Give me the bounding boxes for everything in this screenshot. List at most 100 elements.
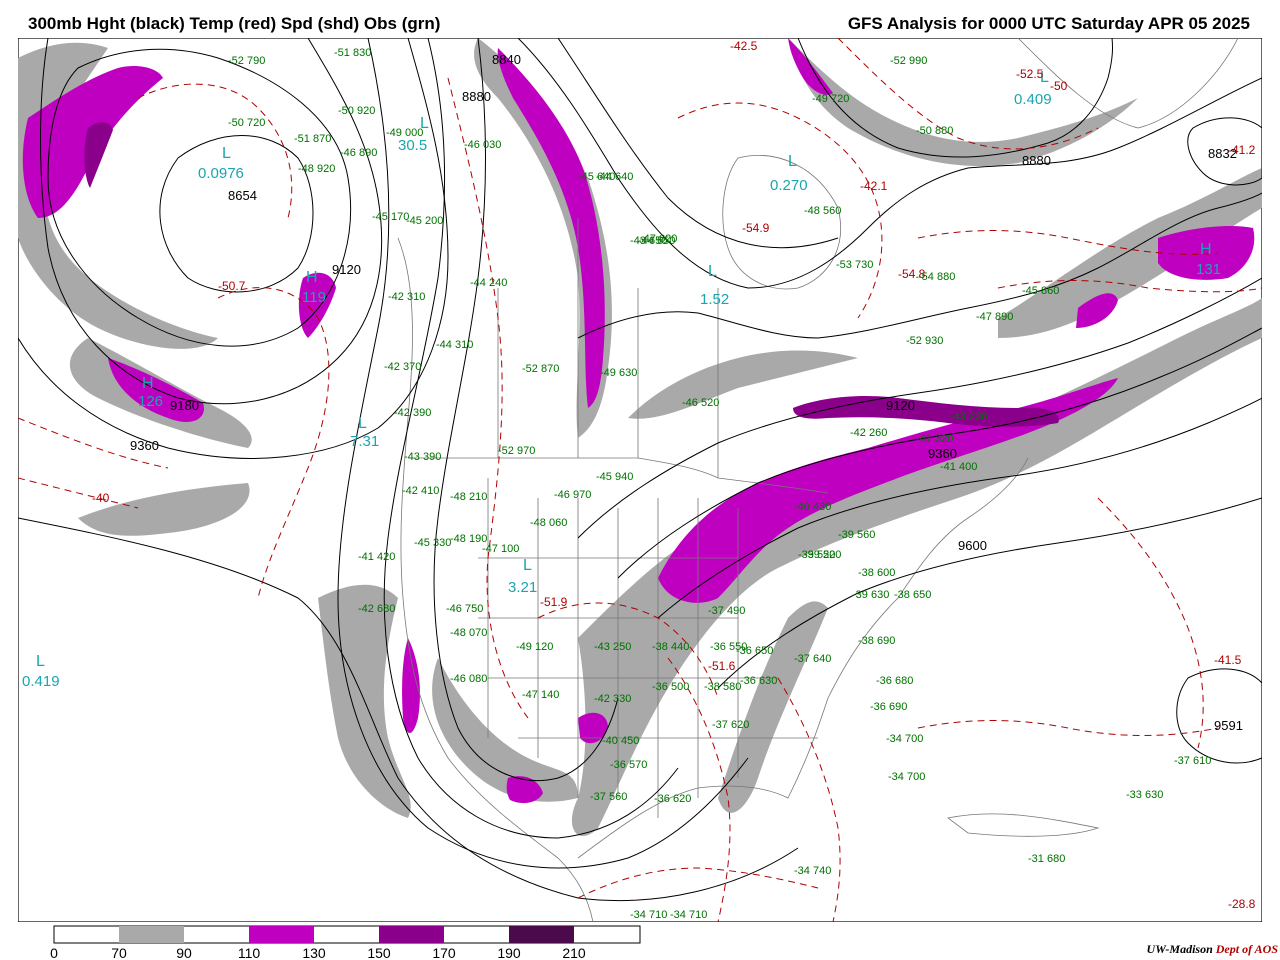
temp-label: -42.5 (730, 39, 758, 53)
station-observation: -52 930 (906, 335, 943, 347)
low-value: 1.52 (700, 291, 729, 308)
station-observation: -38 650 (894, 589, 931, 601)
legend-tick-label: 150 (367, 945, 391, 960)
station-observation: -53 730 (836, 259, 873, 271)
legend-tick-label: 110 (238, 945, 261, 960)
height-label: 8840 (492, 52, 521, 67)
station-observation: -48 560 (804, 205, 841, 217)
station-observation: -37 490 (708, 605, 745, 617)
station-observation: -48 070 (450, 627, 487, 639)
temp-label: -51.6 (708, 659, 736, 673)
station-observation: -48 920 (298, 163, 335, 175)
height-label: 9360 (130, 438, 159, 453)
station-observation: -44 310 (436, 339, 473, 351)
station-observation: -39 630 (852, 589, 889, 601)
low-value: 3.21 (508, 579, 537, 596)
height-label: 9120 (332, 262, 361, 277)
height-label: 9180 (170, 398, 199, 413)
legend-tick-label: 190 (497, 945, 521, 960)
station-observation: -49 720 (812, 93, 849, 105)
credit-dept: Dept of AOS (1215, 942, 1278, 956)
station-observation: -49 120 (516, 641, 553, 653)
station-observation: -52 970 (498, 445, 535, 457)
station-observation: -51 830 (334, 47, 371, 59)
station-observation: -37 610 (1174, 755, 1211, 767)
legend-swatch-magenta (249, 926, 314, 943)
temp-label: -42.1 (860, 179, 888, 193)
station-observation: -42 330 (594, 693, 631, 705)
station-observation: -31 680 (1028, 853, 1065, 865)
high-marker: H (142, 375, 154, 392)
station-observation: -40 430 (794, 501, 831, 513)
map-title: 300mb Hght (black) Temp (red) Spd (shd) … (28, 14, 441, 33)
low-value: 0.0976 (198, 165, 244, 182)
station-observation: -34 710 (630, 909, 667, 921)
station-observation: -52 870 (522, 363, 559, 375)
height-label: 9360 (928, 446, 957, 461)
low-value: 30.5 (398, 137, 427, 154)
station-observation: -36 550 (710, 641, 747, 653)
station-observation: -34 710 (670, 909, 707, 921)
high-value: 119 (302, 289, 326, 306)
low-marker: L (358, 415, 367, 432)
station-observation: -38 580 (704, 681, 741, 693)
station-observation: -38 600 (858, 567, 895, 579)
station-observation: -41 400 (940, 461, 977, 473)
legend-tick-label: 0 (50, 945, 58, 960)
station-observation: -46 030 (464, 139, 501, 151)
station-observation: -36 620 (654, 793, 691, 805)
low-marker: L (36, 653, 45, 670)
station-observation: -50 720 (228, 117, 265, 129)
temp-label: -41.2 (1228, 143, 1256, 157)
station-observation: -46 520 (682, 397, 719, 409)
station-observation: -44 240 (470, 277, 507, 289)
station-observation: -49 630 (600, 367, 637, 379)
station-observation: -42 680 (358, 603, 395, 615)
station-observation: -49 000 (386, 127, 423, 139)
legend-swatch-gray (119, 926, 184, 943)
station-observation: -39 520 (804, 549, 841, 561)
temp-label: -52.5 (1016, 67, 1044, 81)
station-observation: -47 890 (976, 311, 1013, 323)
station-observation: -42 310 (388, 291, 425, 303)
high-value: 126 (138, 393, 163, 410)
station-observation: -36 690 (870, 701, 907, 713)
station-observation: -34 740 (794, 865, 831, 877)
station-observation: -45 860 (1022, 285, 1059, 297)
station-observation: -37 640 (794, 653, 831, 665)
station-observation: -48 210 (450, 491, 487, 503)
low-marker: L (222, 145, 231, 162)
station-observation: -36 500 (652, 681, 689, 693)
height-label: 9120 (886, 398, 915, 413)
station-observation: -36 680 (876, 675, 913, 687)
station-observation: -52 990 (890, 55, 927, 67)
station-observation: -46 750 (446, 603, 483, 615)
station-observation: -42 370 (384, 361, 421, 373)
station-observation: -33 630 (1126, 789, 1163, 801)
station-observation: -47 100 (482, 543, 519, 555)
station-observation: -45 200 (406, 215, 443, 227)
legend-tick-label: 70 (111, 945, 127, 960)
station-observation: -34 700 (886, 733, 923, 745)
temp-label: -50 (1050, 79, 1068, 93)
low-value: 7.31 (350, 433, 379, 450)
station-observation: -37 560 (590, 791, 627, 803)
station-observation: -50 920 (338, 105, 375, 117)
high-value: 131 (1196, 261, 1221, 278)
speed-legend: 0 70 90 110 130 150 170 190 210 (50, 925, 641, 960)
station-observation: -39 560 (838, 529, 875, 541)
low-marker: L (788, 153, 797, 170)
station-observation: -45 170 (372, 211, 409, 223)
legend-tick-label: 130 (302, 945, 326, 960)
low-value: 0.409 (1014, 91, 1052, 108)
station-observation: -37 620 (712, 719, 749, 731)
height-label: 8880 (1022, 153, 1051, 168)
temp-label: -40 (92, 491, 110, 505)
low-value: 0.419 (22, 673, 60, 690)
station-observation: -48 060 (530, 517, 567, 529)
station-observation: -41 320 (916, 433, 953, 445)
height-label: 8654 (228, 188, 257, 203)
station-observation: -40 450 (602, 735, 639, 747)
station-observation: -46 890 (340, 147, 377, 159)
station-observation: -52 790 (228, 55, 265, 67)
